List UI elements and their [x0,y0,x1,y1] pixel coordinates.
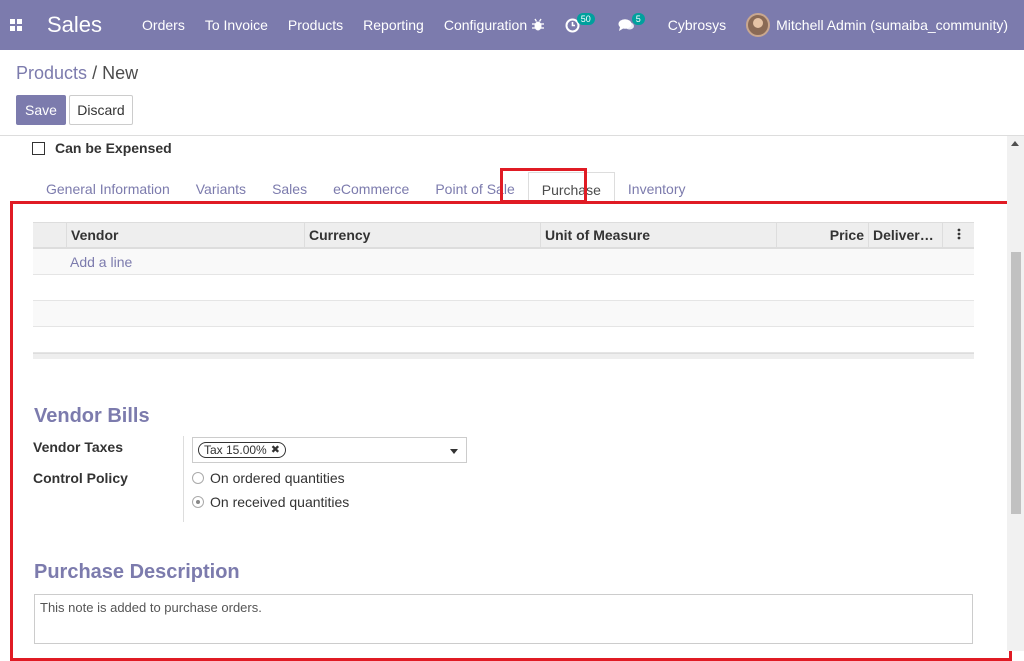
scroll-up-arrow-icon[interactable] [1011,141,1019,146]
tab-variants[interactable]: Variants [183,172,259,202]
can-be-expensed-checkbox[interactable] [32,141,45,155]
form-tabs: General Information Variants Sales eComm… [33,172,698,202]
breadcrumb-parent[interactable]: Products [16,63,87,83]
tab-ecommerce[interactable]: eCommerce [320,172,422,202]
messages-badge: 5 [631,13,645,25]
messages-button[interactable]: 5 [618,13,648,32]
app-brand[interactable]: Sales [47,12,102,38]
control-panel-divider [0,135,1024,136]
menu-products[interactable]: Products [288,17,343,33]
systray: 50 5 Cybrosys Mitchell Admin (sumaiba_co… [531,0,1024,50]
company-switcher[interactable]: Cybrosys [668,17,726,33]
main-menu: Orders To Invoice Products Reporting Con… [142,17,547,33]
menu-reporting[interactable]: Reporting [363,17,424,33]
activity-badge: 50 [576,13,595,25]
can-be-expensed-label: Can be Expensed [55,140,172,156]
apps-grid-icon [10,19,22,31]
breadcrumb: Products / New [16,63,138,84]
company-name: Cybrosys [667,17,727,33]
top-navbar: Sales Orders To Invoice Products Reporti… [0,0,1024,50]
apps-menu-button[interactable] [0,0,32,50]
user-menu[interactable]: Mitchell Admin (sumaiba_community) [776,17,1008,33]
tab-general-information[interactable]: General Information [33,172,183,202]
tab-inventory[interactable]: Inventory [615,172,699,202]
activity-button[interactable]: 50 [565,13,598,33]
breadcrumb-current: New [102,63,139,83]
avatar[interactable] [746,13,771,37]
purchase-panel-highlight [10,201,1012,661]
purchase-tab-highlight [500,168,587,203]
breadcrumb-separator: / [92,63,98,83]
menu-orders[interactable]: Orders [142,17,185,33]
menu-to-invoice[interactable]: To Invoice [205,17,268,33]
save-button[interactable]: Save [16,95,66,125]
tab-sales[interactable]: Sales [259,172,320,202]
discard-button[interactable]: Discard [69,95,133,125]
debug-button[interactable] [531,18,545,32]
bug-icon [531,18,544,31]
can-be-expensed-row: Can be Expensed [32,140,172,156]
menu-configuration[interactable]: Configuration [444,17,527,33]
scrollbar-thumb[interactable] [1011,252,1021,514]
